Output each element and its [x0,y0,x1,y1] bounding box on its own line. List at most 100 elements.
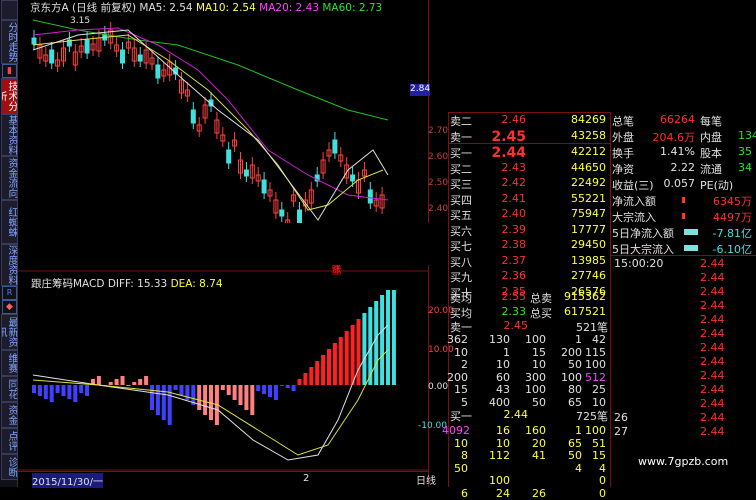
queue-cell: 4092 [442,424,470,437]
macd-bar [37,385,42,396]
macd-bar [73,385,78,402]
queue-cell: 100 [489,474,510,487]
tab-latest-news[interactable]: 最新资讯 [1,314,18,350]
price-tick: 2.60 [428,152,449,162]
bid-volume: 17777 [571,222,606,236]
tab-intraday[interactable]: 分时走势 [1,20,18,64]
macd-bar [356,319,361,385]
macd-bar [96,376,101,385]
queue-cell: 362 [447,333,468,346]
tab-basic-info[interactable]: 基本资料 [1,114,18,156]
macd-bar [43,385,48,399]
macd-bar [108,382,113,385]
tab-diagnose[interactable]: 诊断 [1,454,18,480]
rsi-icon[interactable]: R [2,286,17,300]
tab-fund-flow[interactable]: 资金流向 [1,156,18,200]
queue-cell: 60 [496,370,510,384]
macd-bar [386,290,390,385]
bid-price: 2.44 [491,145,526,161]
macd-bar [126,385,131,386]
queue-cell: 100 [525,333,546,346]
queue-sell-price: 2.45 [503,319,529,332]
cursor-date: 2015/11/30/一 [32,473,104,488]
bid-volume: 44650 [571,160,606,174]
bid-price: 2.40 [501,207,527,220]
ask-label: 卖二 [450,115,472,128]
candle [120,49,125,64]
macd-bar [232,385,237,400]
price-tick: 2.50 [428,178,449,188]
queue-cell: 512 [585,370,606,384]
candle [261,179,267,194]
bid-label: 买五 [450,209,472,222]
queue-cell: 8 [461,449,468,462]
tab-red-spider[interactable]: 红蜘蛛 [1,200,18,244]
candle [49,49,55,64]
macd-bar [32,385,36,393]
macd-bar [291,385,296,391]
macd-bar [344,331,349,385]
macd-bar [350,325,355,385]
divider [448,143,610,144]
chart-icon[interactable]: ▮ [2,64,17,78]
tab-weisai[interactable]: 维赛 [1,350,18,376]
bid-price: 2.38 [501,238,527,251]
macd-bar [226,385,231,395]
macd-tick: 20.00 [428,306,454,316]
bid-volume: 13985 [571,253,606,267]
bid-label: 买六 [450,224,472,238]
queue-cell: 100 [561,370,582,384]
candle [190,109,196,124]
candle [137,54,143,62]
bid-volume: 75947 [571,207,606,220]
tab-tonghua[interactable]: 同花 [1,376,18,402]
macd-bar [138,379,143,385]
queue-cell: 1 [503,345,510,359]
queue-cell: 0 [599,474,606,487]
macd-bar [297,379,302,385]
queue-cell: 65 [568,436,582,450]
bid-price: 2.43 [501,160,527,174]
period-label: (日线 前复权) [72,2,137,14]
bid-price: 2.36 [501,269,527,282]
tab-deep-data[interactable]: 深度资料 [1,244,18,286]
tab-top-marker [1,0,18,20]
period-footer: 日线 [416,476,436,487]
queue-cell: 42 [592,333,606,346]
bid-price: 2.39 [501,222,527,236]
macd-dea: DEA: 8.74 [170,278,223,290]
tab-technical[interactable]: 技术分析 [1,78,18,114]
avg-ask-label: 卖均 [450,292,472,305]
tab-review[interactable]: 点评 [1,428,18,454]
macd-bar [338,337,343,385]
macd-bar [85,385,90,396]
bid-volume: 55221 [571,191,606,205]
macd-bar [114,379,119,385]
bid-volume: 27746 [571,269,606,282]
link-icon[interactable]: ◆ [2,300,17,314]
queue-cell: 26 [532,486,546,500]
queue-cell: 4 [575,461,582,475]
macd-bar [332,343,337,385]
macd-bar [61,385,66,396]
queue-cell: 4 [599,461,606,475]
macd-bar [167,385,172,425]
bid-label: 买四 [450,193,472,207]
bid-label: 买三 [450,178,472,191]
macd-bar [279,385,284,386]
queue-cell: 0 [599,486,606,500]
queue-cell: 25 [592,383,606,396]
candle [84,39,90,54]
queue-cell: 15 [532,345,546,359]
queue-cell: 50 [568,358,582,371]
ma60-label: MA60: 2.73 [322,2,383,14]
stock-name: 京东方A [30,2,69,14]
ma5-label: MA5: 2.54 [139,2,193,14]
tab-funds[interactable]: 资金 [1,402,18,428]
total-ask-label: 总卖 [530,292,552,305]
macd-bar [220,385,225,390]
macd-bar [262,385,267,394]
ask-volume: 84269 [571,113,606,126]
queue-cell: 50 [454,461,468,475]
queue-cell: 20 [532,436,546,450]
